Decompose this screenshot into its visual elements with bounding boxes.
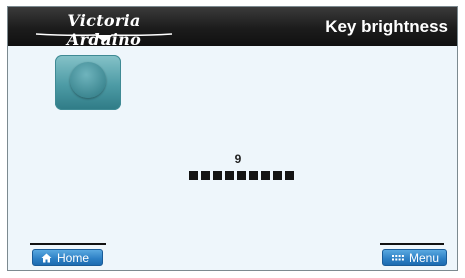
brightness-level-bar[interactable] bbox=[189, 171, 294, 180]
header-bar: Victoria Arduino Key brightness bbox=[8, 7, 457, 49]
home-button-label: Home bbox=[57, 250, 90, 265]
page-title: Key brightness bbox=[325, 17, 448, 36]
key-circle bbox=[70, 62, 106, 98]
screen-frame: Victoria Arduino Key brightness 9 Home bbox=[7, 6, 458, 271]
brightness-value: 9 bbox=[234, 152, 242, 166]
home-icon bbox=[41, 253, 52, 263]
level-segment bbox=[261, 171, 270, 180]
level-segment bbox=[201, 171, 210, 180]
footer-divider-right bbox=[380, 243, 444, 245]
key-preview-icon bbox=[55, 55, 121, 110]
menu-button[interactable]: Menu bbox=[382, 249, 447, 266]
brand-logo: Victoria Arduino bbox=[34, 11, 174, 49]
brand-swoosh-icon bbox=[35, 33, 173, 42]
level-segment bbox=[285, 171, 294, 180]
footer-divider-left bbox=[30, 243, 106, 245]
level-segment bbox=[189, 171, 198, 180]
menu-button-label: Menu bbox=[409, 250, 440, 265]
home-button[interactable]: Home bbox=[32, 249, 103, 266]
level-segment bbox=[273, 171, 282, 180]
level-segment bbox=[213, 171, 222, 180]
level-segment bbox=[249, 171, 258, 180]
menu-grid-icon bbox=[392, 254, 404, 261]
level-segment bbox=[225, 171, 234, 180]
level-segment bbox=[237, 171, 246, 180]
